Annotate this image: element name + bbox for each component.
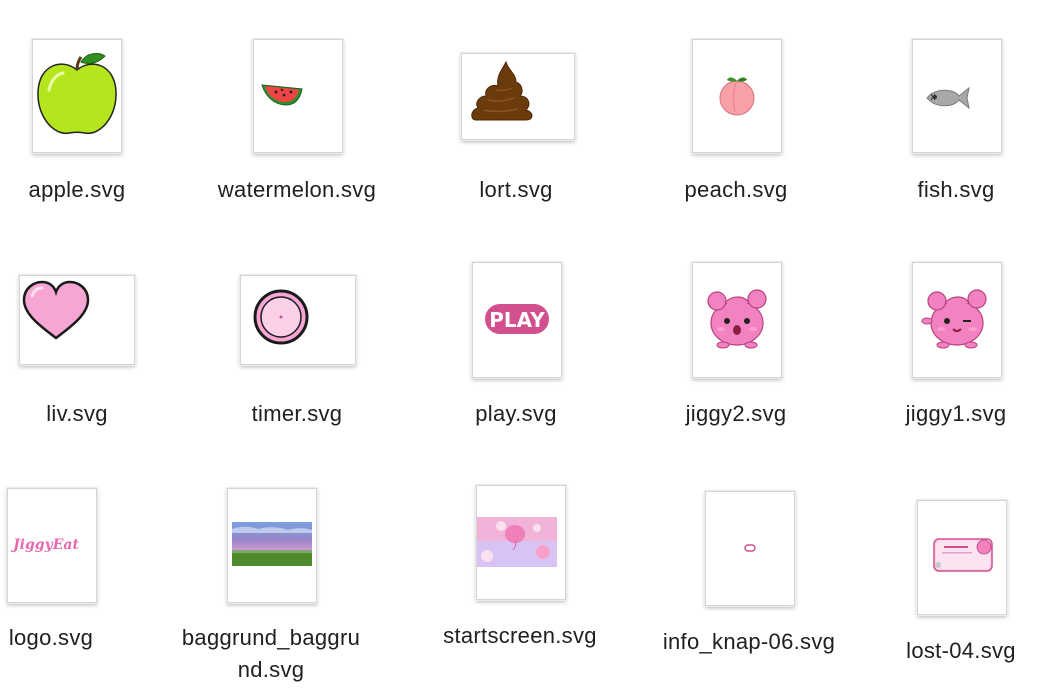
file-name-line2: nd.svg	[237, 657, 305, 682]
thumbnail-jiggy1[interactable]	[912, 262, 1002, 378]
file-name: info_knap-06.svg	[662, 629, 836, 654]
file-name: lost-04.svg	[906, 638, 1016, 663]
poop-icon	[471, 60, 533, 121]
thumbnail-apple[interactable]	[32, 39, 122, 153]
thumbnail-lost[interactable]	[917, 500, 1007, 615]
background-landscape-icon	[232, 522, 312, 566]
thumbnail-fish[interactable]	[912, 39, 1002, 153]
peach-icon	[719, 77, 755, 116]
file-name: peach.svg	[684, 177, 788, 202]
heart-icon	[22, 280, 90, 340]
startscreen-icon: J	[477, 517, 557, 567]
file-name: timer.svg	[251, 401, 343, 426]
file-name: fish.svg	[917, 177, 995, 202]
thumbnail-jiggy2[interactable]	[692, 262, 782, 378]
thumbnail-logo[interactable]: JiggyEat	[7, 488, 97, 603]
logo-text: JiggyEat	[10, 537, 79, 553]
thumbnail-watermelon[interactable]	[253, 39, 343, 153]
jiggy-wink-icon	[921, 289, 987, 349]
thumbnail-lort[interactable]	[461, 53, 575, 140]
file-name: jiggy1.svg	[905, 401, 1007, 426]
file-name: logo.svg	[8, 625, 94, 650]
file-name: watermelon.svg	[217, 177, 377, 202]
watermelon-icon	[261, 84, 303, 106]
logo-icon: JiggyEat	[10, 537, 79, 553]
file-name: jiggy2.svg	[685, 401, 787, 426]
lost-screen-icon	[933, 538, 993, 572]
thumbnail-startscreen[interactable]: J	[476, 485, 566, 600]
file-name: apple.svg	[28, 177, 126, 202]
thumbnail-info-knap[interactable]	[705, 491, 795, 606]
play-text: PLAY	[489, 308, 545, 332]
jiggy-surprised-icon	[707, 289, 767, 349]
thumbnail-timer[interactable]	[240, 275, 356, 365]
file-name: startscreen.svg	[443, 623, 597, 648]
file-name: play.svg	[475, 401, 557, 426]
fish-icon	[926, 86, 970, 110]
file-name: lort.svg	[479, 177, 553, 202]
file-name: baggrund_baggru	[181, 625, 361, 650]
file-name: liv.svg	[46, 401, 108, 426]
thumbnail-peach[interactable]	[692, 39, 782, 153]
info-button-icon	[744, 544, 756, 552]
apple-icon	[37, 53, 117, 134]
thumbnail-liv[interactable]	[19, 275, 135, 365]
timer-icon	[253, 289, 309, 345]
play-button-icon: PLAY	[485, 304, 549, 334]
thumbnail-baggrund[interactable]	[227, 488, 317, 603]
thumbnail-play[interactable]: PLAY	[472, 262, 562, 378]
